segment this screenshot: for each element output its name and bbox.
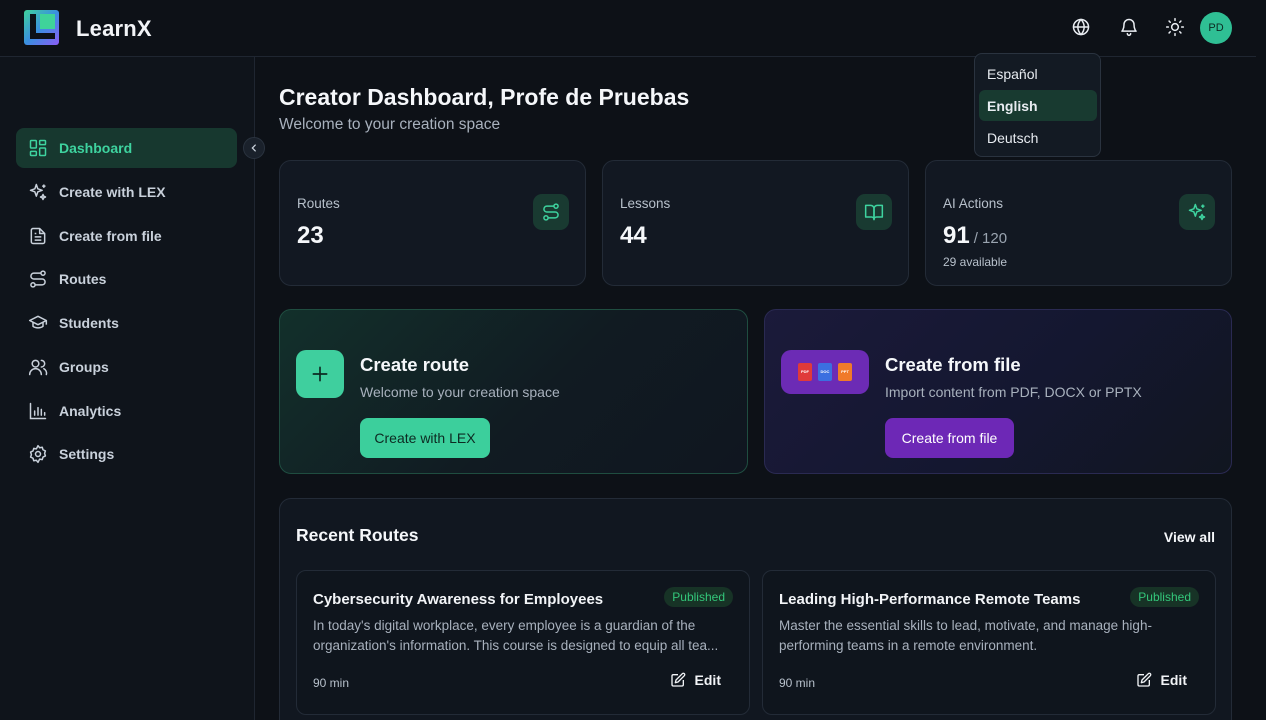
stat-value: 44 [620,222,647,249]
recent-routes-title: Recent Routes [296,525,419,545]
avatar[interactable]: PD [1200,12,1232,44]
route-icon [30,270,46,288]
route-title: Cybersecurity Awareness for Employees [313,591,604,608]
sidebar-item-label: Groups [59,359,109,375]
page-subtitle: Welcome to your creation space [279,116,501,133]
edit-icon [670,672,685,687]
sidebar-item-groups[interactable]: Groups [16,347,237,387]
edit-button[interactable]: Edit [670,672,721,688]
route-description: Master the essential skills to lead, mot… [779,618,1152,653]
stat-value: 23 [297,222,324,249]
route-description: In today's digital workplace, every empl… [313,618,719,653]
sidebar-item-label: Dashboard [59,140,133,156]
sidebar-item-label: Students [59,315,119,331]
sidebar-item-create-with-lex[interactable]: Create with LEX [16,172,237,212]
stat-icon-tile [856,194,892,230]
create-from-file-title: Create from file [885,354,1021,375]
chevron-left-icon [251,144,256,152]
book-open-icon [864,204,884,221]
sidebar-item-create-from-file[interactable]: Create from file [16,216,237,256]
sidebar-item-label: Settings [59,446,115,462]
create-route-card: Create route Welcome to your creation sp… [279,309,748,474]
sidebar-item-routes[interactable]: Routes [16,259,237,299]
top-bar: LearnX PD [0,0,1256,57]
sparkles-icon [29,183,47,201]
route-card[interactable]: Leading High-Performance Remote Teams Pu… [762,570,1216,715]
sparkles-icon [1188,203,1206,221]
route-duration: 90 min [779,676,816,690]
file-text-icon [30,227,46,245]
globe-icon[interactable] [1071,17,1091,37]
create-route-description: Welcome to your creation space [360,384,560,400]
sidebar-item-label: Create from file [59,228,162,244]
recent-routes-section: Recent Routes View all Cybersecurity Awa… [279,498,1232,720]
language-option-en[interactable]: English [979,90,1097,121]
bar-chart-icon [29,402,47,420]
stat-label: AI Actions [943,196,1004,211]
sidebar-item-analytics[interactable]: Analytics [16,391,237,431]
app-name: LearnX [76,16,152,41]
plus-icon [296,350,344,398]
bell-icon[interactable] [1119,17,1139,37]
file-types-icon: PDF DOC PPT [781,350,869,394]
stat-value: 91/ 120 [943,222,1007,250]
sidebar-item-label: Analytics [59,403,122,419]
gear-icon [29,444,47,464]
sidebar-item-students[interactable]: Students [16,303,237,343]
language-option-de[interactable]: Deutsch [979,122,1097,153]
ai-actions-used: 91 [943,222,970,249]
create-from-file-description: Import content from PDF, DOCX or PPTX [885,384,1142,400]
sidebar-item-settings[interactable]: Settings [16,434,237,474]
edit-icon [1136,672,1151,687]
route-icon [543,203,559,221]
create-from-file-button[interactable]: Create from file [885,418,1014,458]
users-icon [28,359,48,376]
collapse-sidebar-button[interactable] [243,137,265,159]
dashboard-icon [29,139,47,157]
create-from-file-card: PDF DOC PPT Create from file Import cont… [764,309,1232,474]
stat-icon-tile [533,194,569,230]
sidebar-item-label: Routes [59,271,107,287]
stat-icon-tile [1179,194,1215,230]
stat-label: Lessons [620,196,671,211]
pdf-file-icon: PDF [798,363,812,381]
stat-card-lessons: Lessons 44 [602,160,909,286]
ai-actions-available: 29 available [943,255,1008,269]
ai-actions-total: / 120 [973,230,1008,247]
route-card[interactable]: Cybersecurity Awareness for Employees Pu… [296,570,750,715]
language-option-es[interactable]: Español [979,58,1097,89]
status-badge: Published [664,587,733,607]
edit-button[interactable]: Edit [1136,672,1187,688]
logo-icon [24,10,59,45]
view-all-link[interactable]: View all [1164,529,1215,545]
create-with-lex-button[interactable]: Create with LEX [360,418,490,458]
language-menu: Español English Deutsch [974,53,1101,157]
sun-icon[interactable] [1165,17,1185,37]
graduation-cap-icon [28,315,48,329]
route-duration: 90 min [313,676,350,690]
stat-card-ai-actions: AI Actions 91/ 120 29 available [925,160,1232,286]
sidebar: Dashboard Create with LEX Create from fi… [0,57,255,720]
sidebar-item-label: Create with LEX [59,184,166,200]
stat-label: Routes [297,196,340,211]
status-badge: Published [1130,587,1199,607]
ppt-file-icon: PPT [838,363,852,381]
doc-file-icon: DOC [818,363,832,381]
route-title: Leading High-Performance Remote Teams [779,591,1081,608]
create-route-title: Create route [360,354,469,375]
page-title: Creator Dashboard, Profe de Pruebas [279,84,690,110]
stat-card-routes: Routes 23 [279,160,586,286]
sidebar-item-dashboard[interactable]: Dashboard [16,128,237,168]
